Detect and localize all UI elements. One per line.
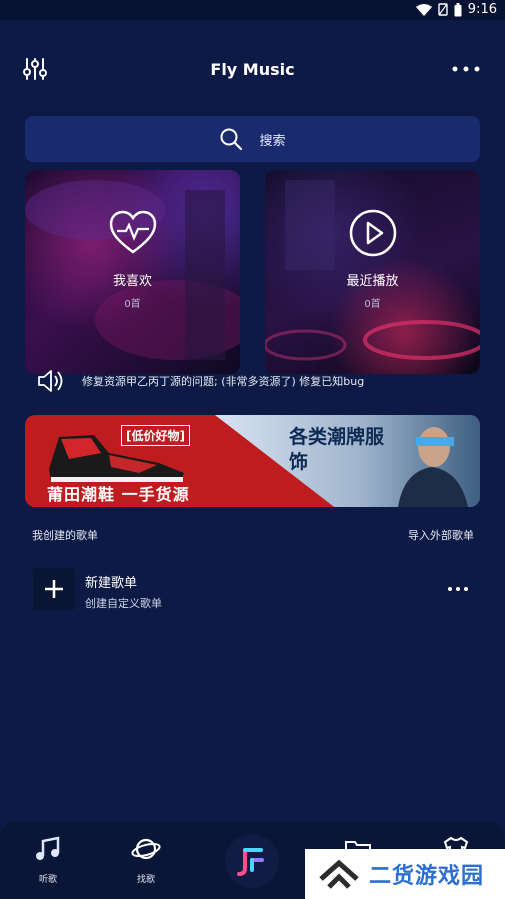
watermark-logo: 二货游戏园 <box>305 849 505 899</box>
model-image <box>398 427 468 507</box>
ad-banner[interactable]: [低价好物] 莆田潮鞋 一手货源 各类潮牌服饰 <box>25 415 480 507</box>
card-label: 我喜欢 <box>112 274 152 289</box>
app-header: Fly Music <box>0 50 505 90</box>
playlist-thumbnail <box>33 568 75 610</box>
tab-label: 听歌 <box>38 875 57 885</box>
playlist-item-new[interactable]: 新建歌单 创建自定义歌单 <box>33 568 473 612</box>
play-circle-icon <box>349 209 396 257</box>
playlist-title: 新建歌单 <box>85 576 138 591</box>
watermark-text: 二货游戏园 <box>369 864 485 889</box>
search-placeholder: 搜索 <box>259 133 286 149</box>
music-note-icon <box>36 836 60 860</box>
card-count: 0首 <box>124 299 141 310</box>
tab-find[interactable]: 找歌 <box>116 834 176 885</box>
playlist-section-header: 我创建的歌单 导入外部歌单 <box>32 527 474 543</box>
announcement-bar: 修复资源甲乙丙丁源的问题; (非常多资源了) 修复已知bug <box>36 366 496 396</box>
planet-icon <box>131 838 161 860</box>
tab-listen[interactable]: 听歌 <box>18 834 78 885</box>
more-horizontal-icon[interactable] <box>451 60 481 78</box>
battery-icon <box>454 2 462 16</box>
more-horizontal-icon[interactable] <box>447 580 469 598</box>
page-title: Fly Music <box>210 60 295 79</box>
tab-home-logo[interactable] <box>225 834 279 888</box>
import-playlist-link[interactable]: 导入外部歌单 <box>408 527 474 543</box>
plus-icon <box>45 580 63 598</box>
banner-tag: [低价好物] <box>121 425 190 446</box>
status-time: 9:16 <box>467 2 497 17</box>
card-favorites[interactable]: 我喜欢 0首 <box>25 170 240 374</box>
card-recent[interactable]: 最近播放 0首 <box>265 170 480 374</box>
search-icon <box>220 128 243 151</box>
heart-pulse-icon <box>109 210 156 254</box>
banner-headline: 各类潮牌服饰 <box>289 426 385 473</box>
playlist-subtitle: 创建自定义歌单 <box>85 597 162 610</box>
search-bar[interactable]: 搜索 <box>25 116 480 162</box>
app-logo-icon <box>237 848 264 876</box>
wifi-icon <box>415 3 432 16</box>
chevron-up-logo-icon <box>319 859 359 889</box>
section-title: 我创建的歌单 <box>32 529 98 542</box>
card-label: 最近播放 <box>346 274 399 289</box>
no-sim-icon <box>438 3 448 16</box>
announcement-text: 修复资源甲乙丙丁源的问题; (非常多资源了) 修复已知bug <box>82 375 365 388</box>
card-count: 0首 <box>364 299 381 310</box>
tab-label: 找歌 <box>136 875 155 885</box>
status-bar: 9:16 <box>0 0 505 20</box>
speaker-icon <box>38 370 63 392</box>
banner-slogan: 莆田潮鞋 一手货源 <box>47 485 190 504</box>
